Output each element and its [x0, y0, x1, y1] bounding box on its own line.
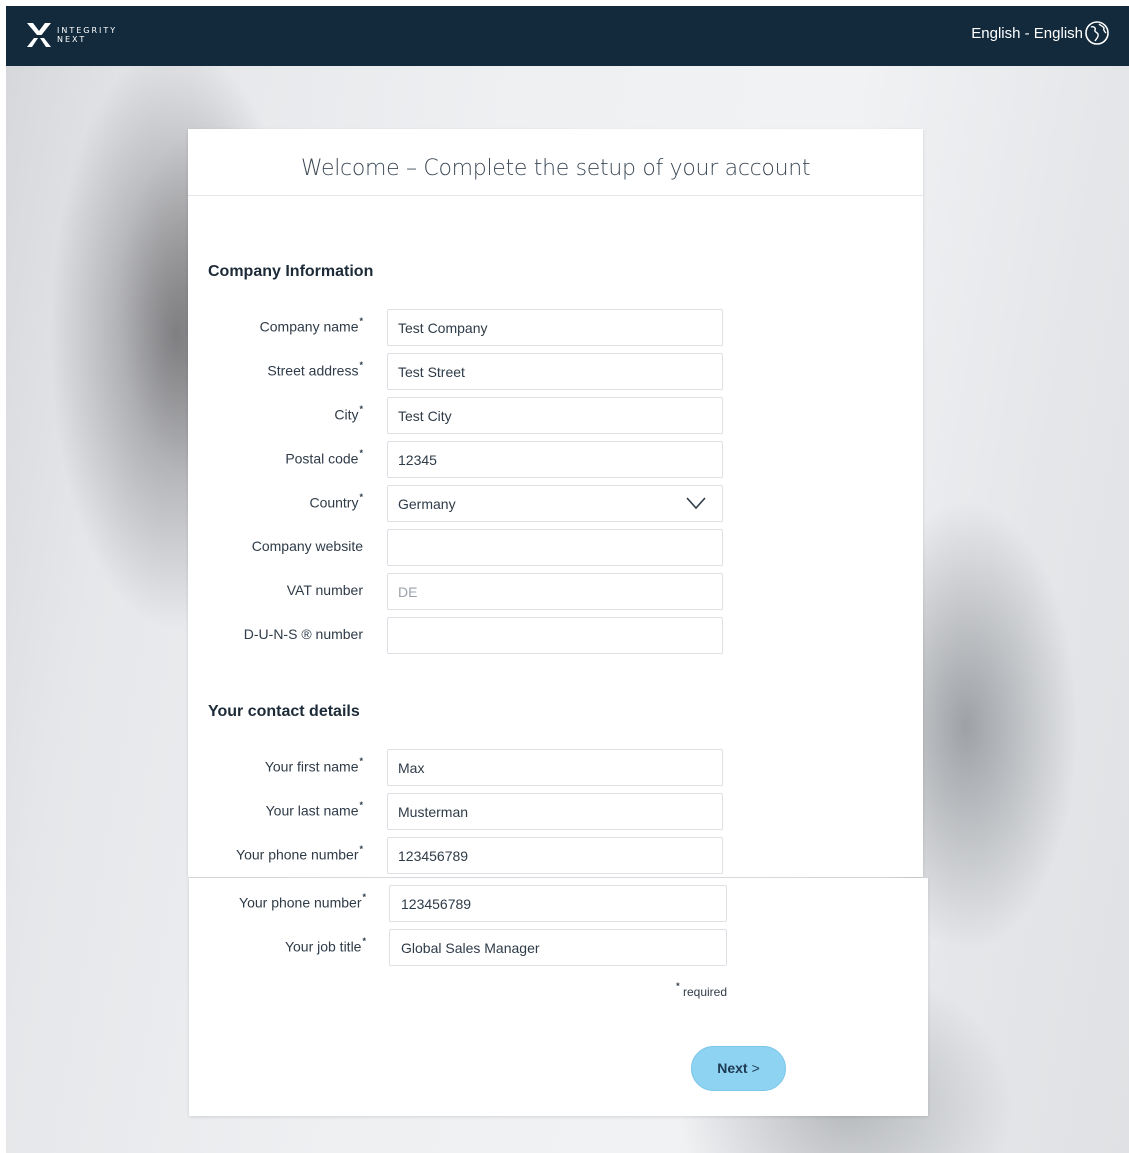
company-section-title: Company Information: [208, 263, 374, 280]
required-text: required: [682, 985, 727, 999]
country-select[interactable]: Germany: [387, 485, 723, 522]
company-website-row: Company website: [188, 529, 923, 566]
setup-form-card: Welcome – Complete the setup of your acc…: [188, 129, 923, 877]
logo-x-icon: [27, 23, 51, 47]
last-name-label: Your last name*: [265, 800, 363, 819]
country-label: Country*: [309, 492, 363, 511]
page-title: Welcome – Complete the setup of your acc…: [188, 129, 923, 196]
top-bar: INTEGRITY NEXT English - English: [6, 6, 1129, 66]
required-note: * required: [676, 981, 727, 999]
last-name-row: Your last name* Musterman: [188, 793, 923, 830]
job-title-input[interactable]: Global Sales Manager: [389, 929, 727, 966]
brand-line-2: NEXT: [57, 35, 87, 44]
duns-number-label: D-U-N-S ® number: [243, 626, 363, 642]
city-input[interactable]: Test City: [387, 397, 723, 434]
phone-number-row: Your phone number* 123456789: [188, 837, 923, 874]
company-name-input[interactable]: Test Company: [387, 309, 723, 346]
chevron-down-icon[interactable]: [686, 497, 706, 510]
company-name-row: Company name* Test Company: [188, 309, 923, 346]
postal-code-label: Postal code*: [285, 448, 363, 467]
language-selector[interactable]: English - English: [971, 25, 1083, 42]
postal-code-input[interactable]: 12345: [387, 441, 723, 478]
job-title-label: Your job title*: [284, 936, 366, 955]
required-mark: *: [676, 981, 680, 991]
city-row: City* Test City: [188, 397, 923, 434]
brand-logo[interactable]: INTEGRITY NEXT: [26, 22, 136, 52]
contact-section-title: Your contact details: [208, 703, 360, 720]
brand-name: INTEGRITY NEXT: [57, 26, 117, 44]
company-name-label: Company name*: [259, 316, 363, 335]
vat-number-label: VAT number: [286, 582, 363, 598]
job-title-row: Your job title* Global Sales Manager: [189, 929, 928, 966]
phone-number-row-continued: Your phone number* 123456789: [189, 885, 928, 922]
last-name-input[interactable]: Musterman: [387, 793, 723, 830]
phone-number-input[interactable]: 123456789: [387, 837, 723, 874]
globe-icon[interactable]: [1084, 20, 1110, 46]
phone-number-label: Your phone number*: [236, 844, 363, 863]
postal-code-row: Postal code* 12345: [188, 441, 923, 478]
duns-number-row: D-U-N-S ® number: [188, 617, 923, 654]
duns-number-input[interactable]: [387, 617, 723, 654]
vat-number-input[interactable]: DE: [387, 573, 723, 610]
first-name-input[interactable]: Max: [387, 749, 723, 786]
street-address-label: Street address*: [267, 360, 363, 379]
company-website-label: Company website: [251, 538, 363, 554]
company-website-input[interactable]: [387, 529, 723, 566]
street-address-input[interactable]: Test Street: [387, 353, 723, 390]
setup-form-card-continued: Your phone number* 123456789 Your job ti…: [189, 878, 928, 1116]
phone-number-input-continued[interactable]: 123456789: [389, 885, 727, 922]
phone-number-label-continued: Your phone number*: [239, 892, 366, 911]
first-name-label: Your first name*: [264, 756, 363, 775]
first-name-row: Your first name* Max: [188, 749, 923, 786]
next-button-label: Next: [717, 1060, 748, 1076]
city-label: City*: [334, 404, 363, 423]
next-button[interactable]: Next >: [691, 1046, 786, 1091]
vat-number-row: VAT number DE: [188, 573, 923, 610]
country-row: Country* Germany: [188, 485, 923, 522]
chevron-right-icon: >: [751, 1060, 760, 1076]
country-selected-value: Germany: [398, 496, 456, 512]
street-address-row: Street address* Test Street: [188, 353, 923, 390]
brand-line-1: INTEGRITY: [57, 26, 118, 35]
